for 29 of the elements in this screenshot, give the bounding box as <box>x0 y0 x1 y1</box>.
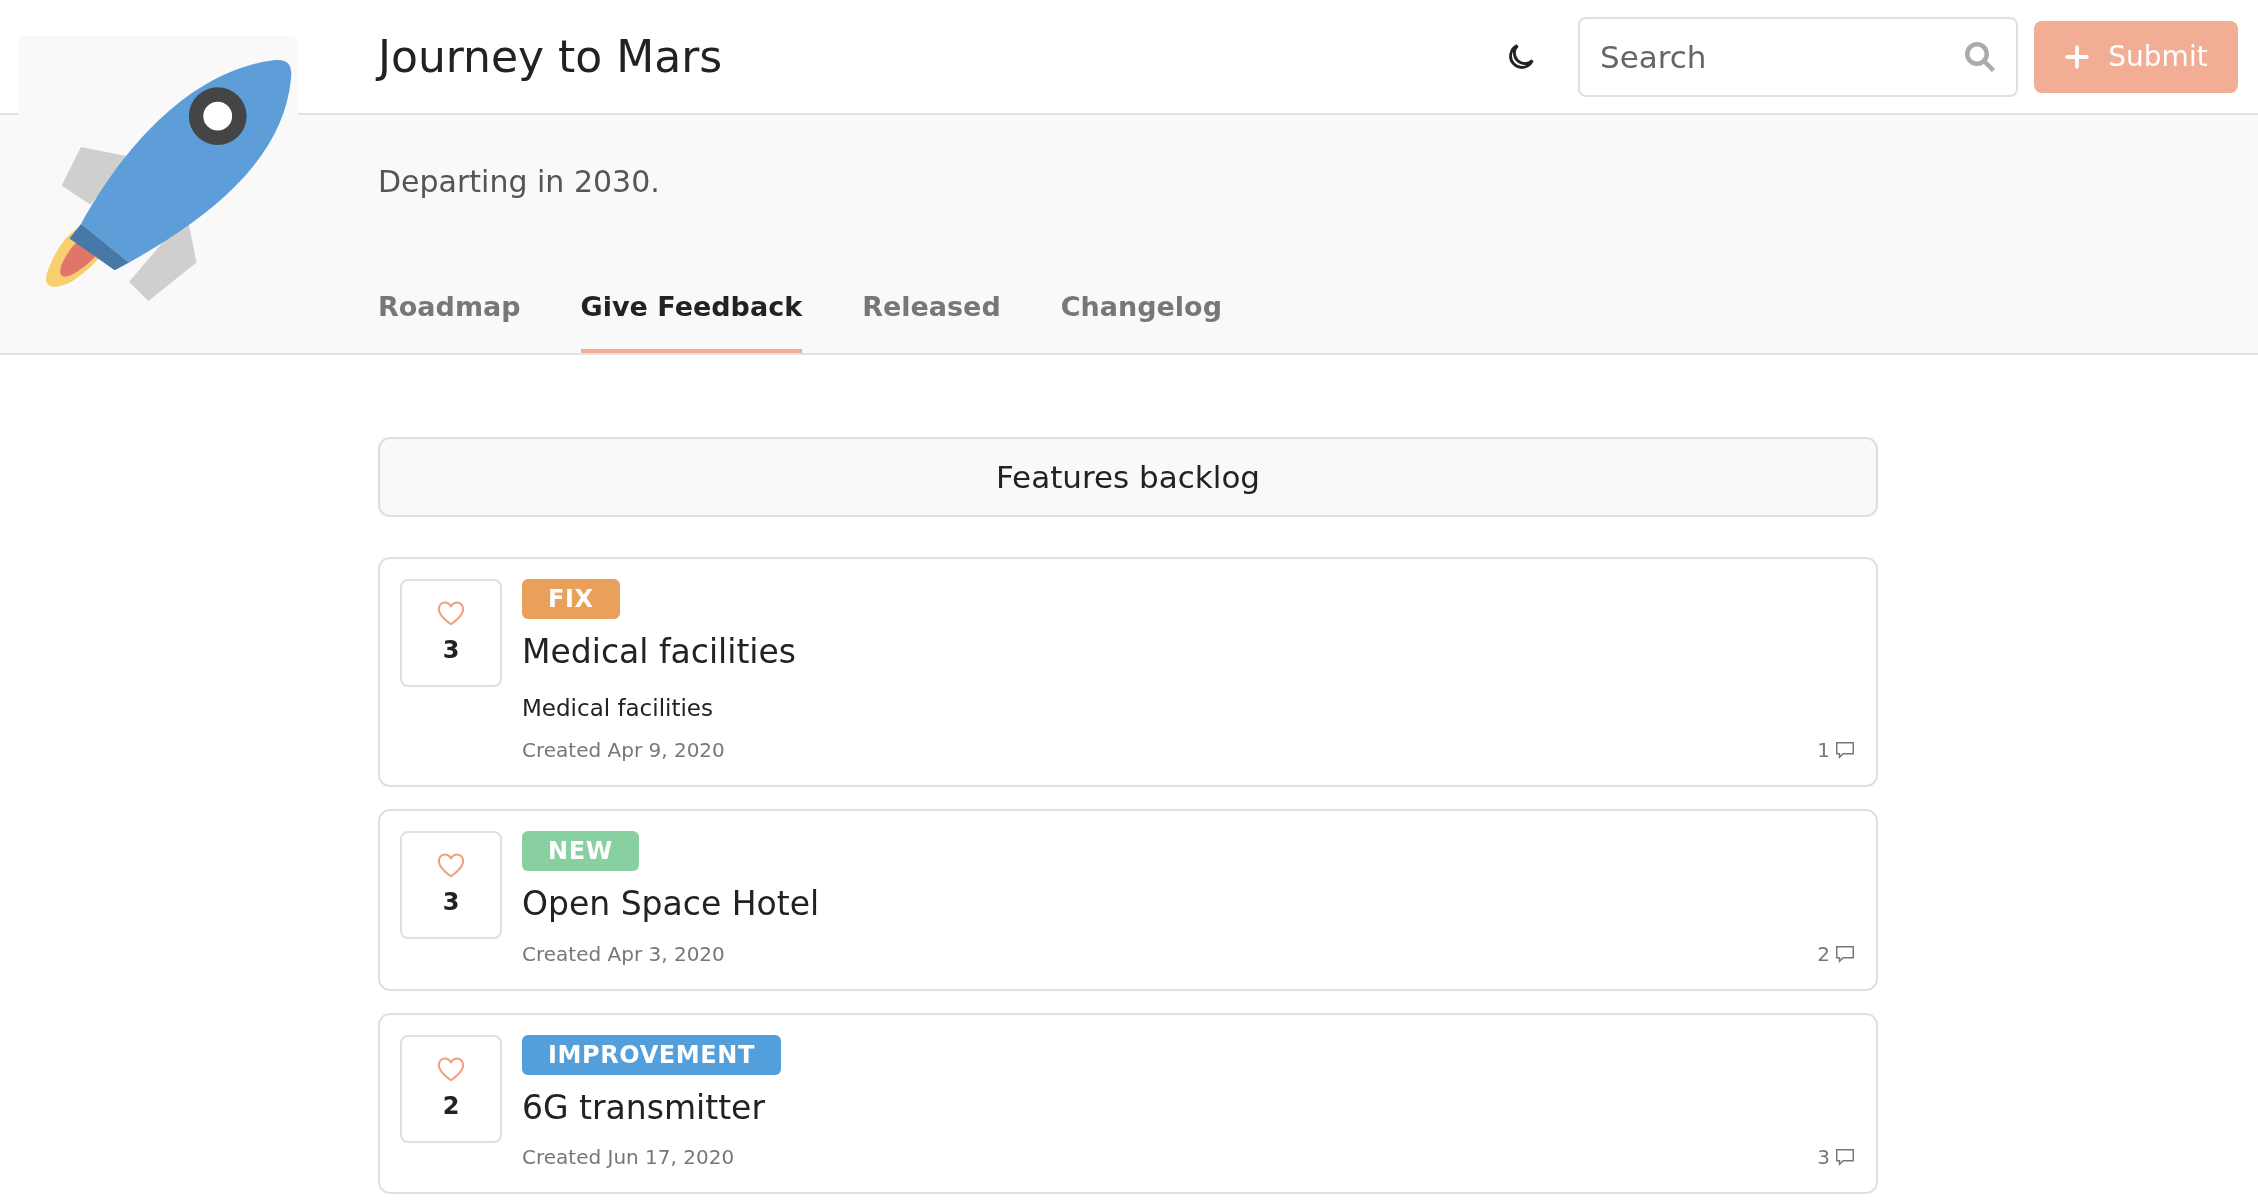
comment-icon <box>1834 739 1856 761</box>
post-card[interactable]: 3 FIX Medical facilities Medical facilities Created Apr 9, 2020 1 <box>378 557 1878 787</box>
comment-count: 3 <box>1817 1144 1830 1171</box>
status-tag: FIX <box>522 579 620 619</box>
nav-tab[interactable]: Roadmap <box>378 286 521 353</box>
vote-button[interactable]: 2 <box>400 1034 502 1143</box>
status-tag: IMPROVEMENT <box>522 1034 781 1075</box>
post-card[interactable]: 3 NEW Open Space Hotel Created Apr 3, 2020 2 <box>378 809 1878 991</box>
nav-tab[interactable]: Released <box>862 286 1001 353</box>
comment-icon <box>1834 1146 1856 1168</box>
vote-button[interactable]: 3 <box>400 831 502 939</box>
plus-icon <box>2064 43 2091 70</box>
nav-tab[interactable]: Changelog <box>1060 286 1222 353</box>
nav-tab[interactable]: Give Feedback <box>580 286 803 353</box>
post-description: Medical facilities <box>522 693 714 723</box>
created-date: Created Apr 9, 2020 <box>522 737 726 764</box>
comment-count: 2 <box>1817 940 1830 968</box>
post-card[interactable]: 2 IMPROVEMENT 6G transmitter Created Jun 17, 2020 3 <box>378 1012 1878 1194</box>
post-title: 6G transmitter <box>522 1086 766 1129</box>
subtitle: Departing in 2030. <box>378 163 661 201</box>
post-title: Medical facilities <box>522 631 797 673</box>
created-date: Created Apr 3, 2020 <box>522 940 726 968</box>
search-field[interactable]: Search <box>1578 16 2018 97</box>
post-title: Open Space Hotel <box>522 883 821 925</box>
vote-button[interactable]: 3 <box>400 579 502 687</box>
status-tag: NEW <box>522 831 639 871</box>
comment-count: 1 <box>1817 737 1830 764</box>
created-date: Created Jun 17, 2020 <box>522 1144 736 1171</box>
section-header: Features backlog <box>378 437 1878 517</box>
